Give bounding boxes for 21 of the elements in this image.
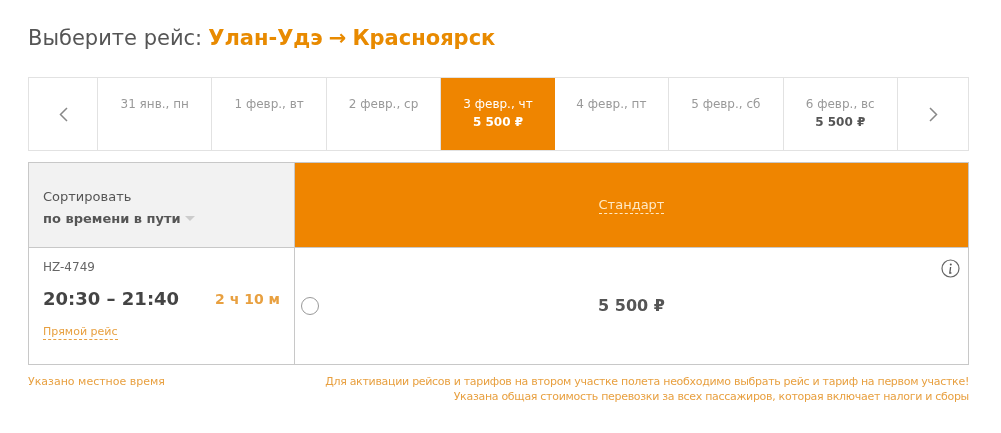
- sort-label: Сортировать: [43, 188, 133, 206]
- local-time-note: Указано местное время: [28, 374, 165, 390]
- chevron-left-icon: [58, 106, 68, 122]
- direct-flight-link[interactable]: Прямой рейс: [43, 325, 118, 340]
- fare-note: Для активации рейсов и тарифов на втором участке полета необходимо выбрать рейс и тариф на первом участке!: [325, 374, 969, 389]
- flight-number: HZ-4749: [43, 259, 95, 275]
- fare-price: 5 500 ₽: [598, 295, 665, 317]
- flight-duration: 2 ч 10 м: [215, 290, 280, 309]
- route-arrow: →: [328, 25, 347, 52]
- flight-times: 20:30 – 21:40: [43, 287, 180, 311]
- dropdown-caret-icon: [184, 216, 195, 222]
- chevron-right-icon: [928, 106, 938, 122]
- info-icon: [941, 259, 960, 278]
- date-tab[interactable]: 3 февр., чт 5 500 ₽: [441, 78, 555, 150]
- fare-radio-button[interactable]: [301, 297, 319, 315]
- fare-name-link[interactable]: Стандарт: [598, 196, 665, 214]
- page-title: Выберите рейс:: [28, 25, 203, 52]
- origin-city: Улан-Удэ: [208, 25, 323, 52]
- fare-note: Указана общая стоимость перевозки за всех пассажиров, которая включает налоги и сборы: [453, 389, 969, 404]
- destination-city: Красноярск: [352, 25, 496, 52]
- sort-dropdown[interactable]: по времени в пути: [43, 209, 181, 229]
